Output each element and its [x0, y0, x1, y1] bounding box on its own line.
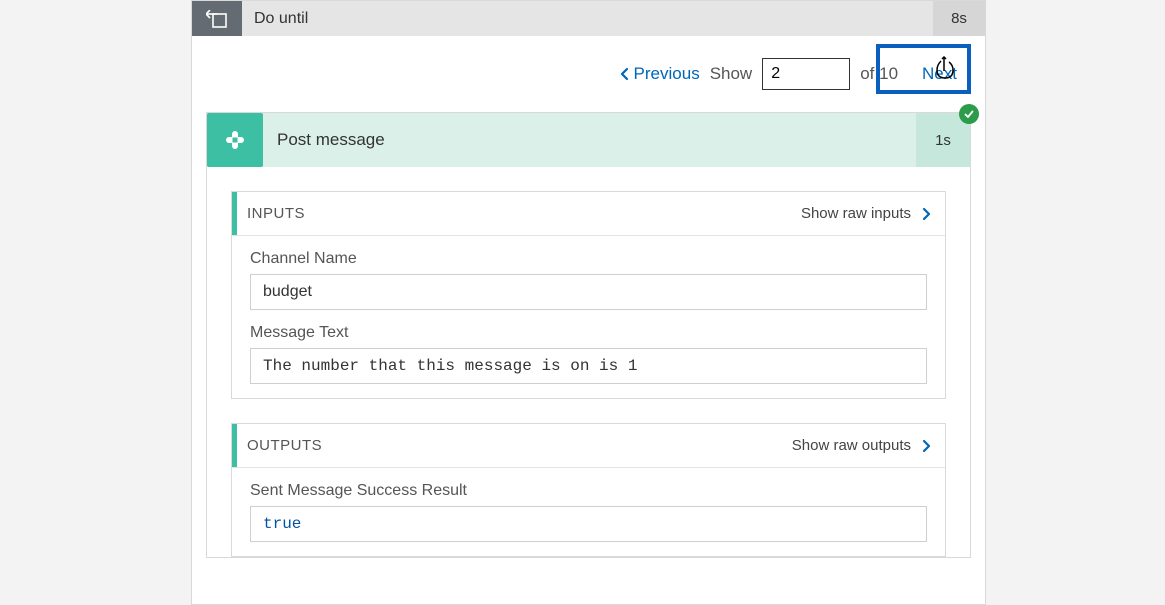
previous-label: Previous — [634, 64, 700, 84]
sent-success-value: true — [250, 506, 927, 542]
inputs-section: INPUTS Show raw inputs Channel Name budg… — [231, 191, 946, 399]
post-message-step: Post message 1s INPUTS Show raw inputs C… — [206, 112, 971, 558]
step-title: Post message — [263, 113, 916, 167]
show-raw-inputs-link[interactable]: Show raw inputs — [801, 205, 933, 222]
slack-icon — [207, 113, 263, 167]
sent-success-field: Sent Message Success Result true — [232, 468, 945, 542]
loop-title: Do until — [242, 1, 933, 36]
show-label: Show — [710, 64, 753, 84]
loop-icon — [192, 1, 242, 36]
chevron-left-icon — [618, 67, 632, 81]
next-link[interactable]: Next — [908, 56, 971, 92]
channel-name-value: budget — [250, 274, 927, 310]
chevron-right-icon — [919, 439, 933, 453]
iteration-input[interactable] — [762, 58, 850, 90]
outputs-section: OUTPUTS Show raw outputs Sent Message Su… — [231, 423, 946, 557]
success-badge-icon — [959, 104, 979, 124]
inputs-title: INPUTS — [237, 205, 801, 222]
loop-duration: 8s — [933, 1, 985, 36]
iteration-pager: Previous Show of 10 Next — [192, 36, 985, 112]
next-label: Next — [922, 64, 957, 84]
do-until-card: Do until 8s Previous Show of 10 Next — [191, 0, 986, 605]
outputs-header: OUTPUTS Show raw outputs — [232, 424, 945, 468]
message-text-label: Message Text — [250, 324, 927, 342]
step-header[interactable]: Post message 1s — [207, 113, 970, 167]
of-total-label: of 10 — [860, 64, 898, 84]
channel-name-field: Channel Name budget — [232, 236, 945, 310]
show-raw-inputs-label: Show raw inputs — [801, 205, 911, 222]
outputs-title: OUTPUTS — [237, 437, 792, 454]
inputs-header: INPUTS Show raw inputs — [232, 192, 945, 236]
show-raw-outputs-link[interactable]: Show raw outputs — [792, 437, 933, 454]
chevron-right-icon — [919, 207, 933, 221]
sent-success-label: Sent Message Success Result — [250, 482, 927, 500]
message-text-value: The number that this message is on is 1 — [250, 348, 927, 384]
message-text-field: Message Text The number that this messag… — [232, 310, 945, 384]
previous-link[interactable]: Previous — [618, 64, 700, 84]
show-raw-outputs-label: Show raw outputs — [792, 437, 911, 454]
loop-header[interactable]: Do until 8s — [192, 1, 985, 36]
channel-name-label: Channel Name — [250, 250, 927, 268]
